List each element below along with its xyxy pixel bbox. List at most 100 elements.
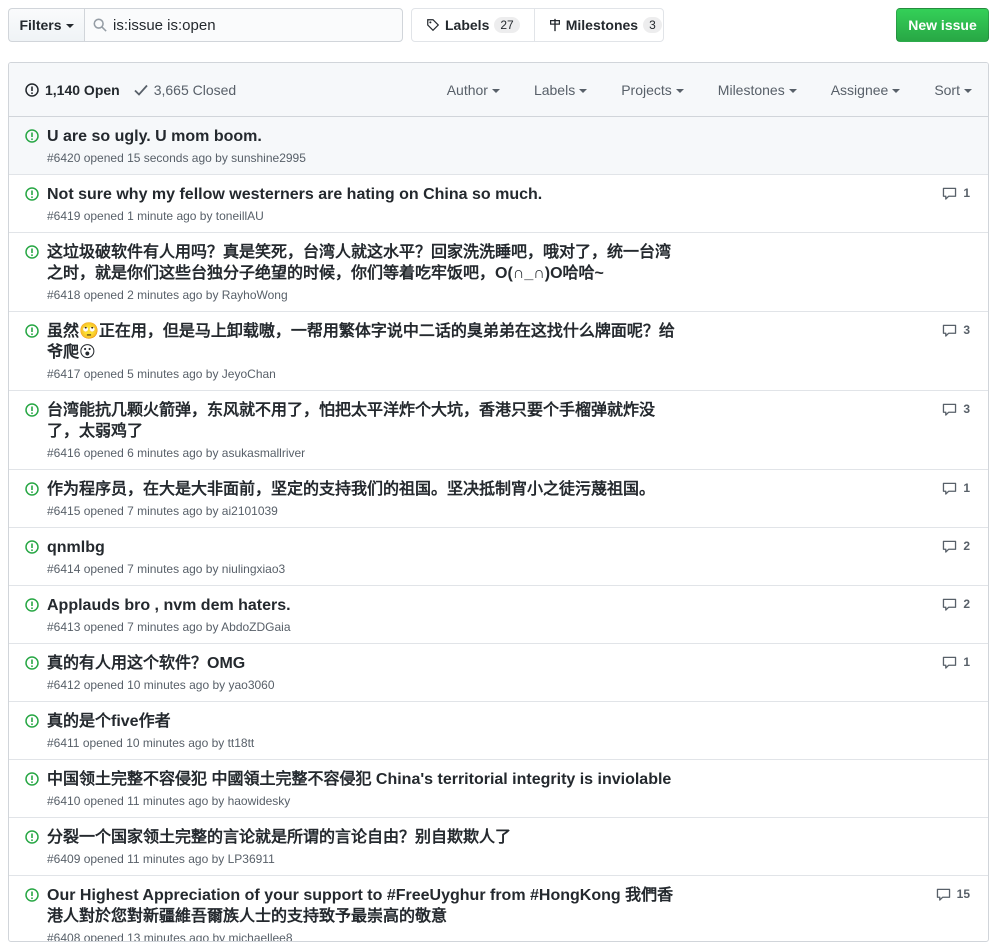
comment-count: 2 (963, 597, 970, 611)
issue-title-link[interactable]: Our Highest Appreciation of your support… (47, 885, 677, 927)
issue-row[interactable]: U are so ugly. U mom boom. #6420 opened 1… (9, 117, 988, 175)
filters-button[interactable]: Filters (8, 8, 84, 42)
issue-title-link[interactable]: 中国领土完整不容侵犯 中國領土完整不容侵犯 China's territoria… (47, 769, 677, 790)
sort-filter-label: Sort (934, 82, 960, 98)
filters-label: Filters (19, 17, 62, 33)
comment-icon (943, 403, 957, 416)
labels-count: 27 (494, 17, 520, 33)
issue-title-link[interactable]: Not sure why my fellow westerners are ha… (47, 184, 677, 205)
issue-meta: #6420 opened 15 seconds ago by sunshine2… (47, 151, 306, 165)
issue-row[interactable]: Applauds bro , nvm dem haters. #6413 open… (9, 586, 988, 644)
chevron-down-icon (491, 89, 500, 93)
issue-open-icon (25, 772, 39, 786)
issue-open-icon (25, 129, 39, 143)
comment-icon (943, 598, 957, 611)
search-box[interactable] (84, 8, 403, 42)
issue-row[interactable]: 分裂一个国家领土完整的言论就是所谓的言论自由？别自欺欺人了 #6409 opene… (9, 818, 988, 876)
comment-count: 2 (963, 539, 970, 553)
issue-open-icon (25, 888, 39, 902)
comment-icon (943, 656, 957, 669)
issue-row[interactable]: 作为程序员，在大是大非面前，坚定的支持我们的祖国。坚决抵制宵小之徒污蔑祖国。 #6… (9, 470, 988, 528)
issue-row[interactable]: Our Highest Appreciation of your support… (9, 876, 988, 942)
comments-link[interactable]: 3 (942, 323, 970, 337)
issue-title-link[interactable]: 虽然🙄正在用，但是马上卸载嗷，一帮用繁体字说中二话的臭弟弟在这找什么牌面呢？给爷… (47, 321, 677, 363)
issue-meta: #6413 opened 7 minutes ago by AbdoZDGaia (47, 620, 291, 634)
labels-filter[interactable]: Labels (534, 82, 588, 98)
issue-open-icon (25, 82, 39, 97)
projects-filter[interactable]: Projects (621, 82, 684, 98)
issue-meta: #6418 opened 2 minutes ago by RayhoWong (47, 288, 288, 302)
author-filter[interactable]: Author (447, 82, 500, 98)
issue-open-icon (25, 187, 39, 201)
new-issue-button[interactable]: New issue (896, 8, 989, 42)
issue-row[interactable]: 虽然🙄正在用，但是马上卸载嗷，一帮用繁体字说中二话的臭弟弟在这找什么牌面呢？给爷… (9, 312, 988, 391)
issue-meta: #6419 opened 1 minute ago by toneillAU (47, 209, 264, 223)
issue-row[interactable]: 这垃圾破软件有人用吗？真是笑死，台湾人就这水平？回家洗洗睡吧，哦对了，统一台湾之… (9, 233, 988, 312)
issue-title-link[interactable]: 分裂一个国家领土完整的言论就是所谓的言论自由？别自欺欺人了 (47, 827, 677, 848)
issues-header: 1,140 Open 3,665 Closed Author Labels Pr… (9, 63, 988, 117)
milestones-link[interactable]: Milestones 3 (533, 9, 676, 41)
issue-open-icon (25, 714, 39, 728)
comments-link[interactable]: 1 (942, 655, 970, 669)
search-icon (93, 18, 107, 32)
comments-link[interactable]: 3 (942, 402, 970, 416)
comment-icon (943, 324, 957, 337)
issue-row[interactable]: 中国领土完整不容侵犯 中國領土完整不容侵犯 China's territoria… (9, 760, 988, 818)
issue-meta: #6416 opened 6 minutes ago by asukasmall… (47, 446, 306, 460)
issue-open-icon (25, 656, 39, 670)
issues-box: 1,140 Open 3,665 Closed Author Labels Pr… (8, 62, 989, 942)
issue-title-link[interactable]: 台湾能抗几颗火箭弹，东风就不用了，怕把太平洋炸个大坑，香港只要个手榴弹就炸没了，… (47, 400, 677, 442)
sort-filter[interactable]: Sort (934, 82, 972, 98)
comments-link[interactable]: 1 (942, 186, 970, 200)
issue-row[interactable]: 真的是个five作者 #6411 opened 10 minutes ago by… (9, 702, 988, 760)
milestones-filter-label: Milestones (717, 82, 785, 98)
open-issues-tab[interactable]: 1,140 Open (25, 82, 120, 98)
issue-title-link[interactable]: Applauds bro , nvm dem haters. (47, 595, 677, 616)
comment-count: 1 (963, 481, 970, 495)
assignee-filter[interactable]: Assignee (831, 82, 901, 98)
issue-title-link[interactable]: 真的是个five作者 (47, 711, 677, 732)
issue-row[interactable]: Not sure why my fellow westerners are ha… (9, 175, 988, 233)
issue-title-link[interactable]: 作为程序员，在大是大非面前，坚定的支持我们的祖国。坚决抵制宵小之徒污蔑祖国。 (47, 479, 677, 500)
check-icon (134, 84, 148, 96)
issue-open-icon (25, 403, 39, 417)
issue-meta: #6411 opened 10 minutes ago by tt18tt (47, 736, 255, 750)
chevron-down-icon (65, 24, 74, 28)
open-count-label: 1,140 Open (45, 81, 120, 98)
comment-count: 3 (963, 323, 970, 337)
issue-title-link[interactable]: 这垃圾破软件有人用吗？真是笑死，台湾人就这水平？回家洗洗睡吧，哦对了，统一台湾之… (47, 242, 677, 284)
issue-meta: #6408 opened 13 minutes ago by michaelle… (47, 931, 293, 942)
comments-link[interactable]: 2 (942, 597, 970, 611)
labels-link[interactable]: Labels 27 (412, 9, 534, 41)
closed-issues-tab[interactable]: 3,665 Closed (134, 81, 237, 98)
issue-title-link[interactable]: U are so ugly. U mom boom. (47, 126, 677, 147)
labels-label: Labels (445, 17, 490, 33)
issue-open-icon (25, 540, 39, 554)
search-input[interactable] (113, 16, 393, 34)
top-toolbar: Filters Labels 27 Milestones (8, 8, 989, 42)
comment-icon (936, 888, 950, 901)
milestones-filter[interactable]: Milestones (718, 82, 797, 98)
issue-meta: #6409 opened 11 minutes ago by LP36911 (47, 852, 275, 866)
state-toggle: 1,140 Open 3,665 Closed (25, 82, 236, 98)
issue-meta: #6410 opened 11 minutes ago by haowidesk… (47, 794, 291, 808)
issue-list: U are so ugly. U mom boom. #6420 opened 1… (9, 117, 988, 942)
labels-milestones-nav: Labels 27 Milestones 3 (411, 8, 664, 42)
tag-icon (427, 19, 440, 32)
issue-title-link[interactable]: 真的有人用这个软件？OMG (47, 653, 677, 674)
issue-title-link[interactable]: qnmlbg (47, 537, 677, 558)
issue-row[interactable]: qnmlbg #6414 opened 7 minutes ago by niul… (9, 528, 988, 586)
chevron-down-icon (788, 89, 797, 93)
projects-filter-label: Projects (621, 82, 672, 98)
comments-link[interactable]: 1 (942, 481, 970, 495)
closed-count-label: 3,665 Closed (153, 81, 237, 98)
issue-open-icon (25, 324, 39, 338)
comments-link[interactable]: 2 (942, 539, 970, 553)
comment-icon (943, 187, 957, 200)
issue-row[interactable]: 真的有人用这个软件？OMG #6412 opened 10 minutes ago… (9, 644, 988, 702)
comments-link[interactable]: 15 (936, 887, 970, 901)
comment-count: 1 (963, 655, 970, 669)
issue-open-icon (25, 245, 39, 259)
issue-row[interactable]: 台湾能抗几颗火箭弹，东风就不用了，怕把太平洋炸个大坑，香港只要个手榴弹就炸没了，… (9, 391, 988, 470)
issue-open-icon (25, 830, 39, 844)
